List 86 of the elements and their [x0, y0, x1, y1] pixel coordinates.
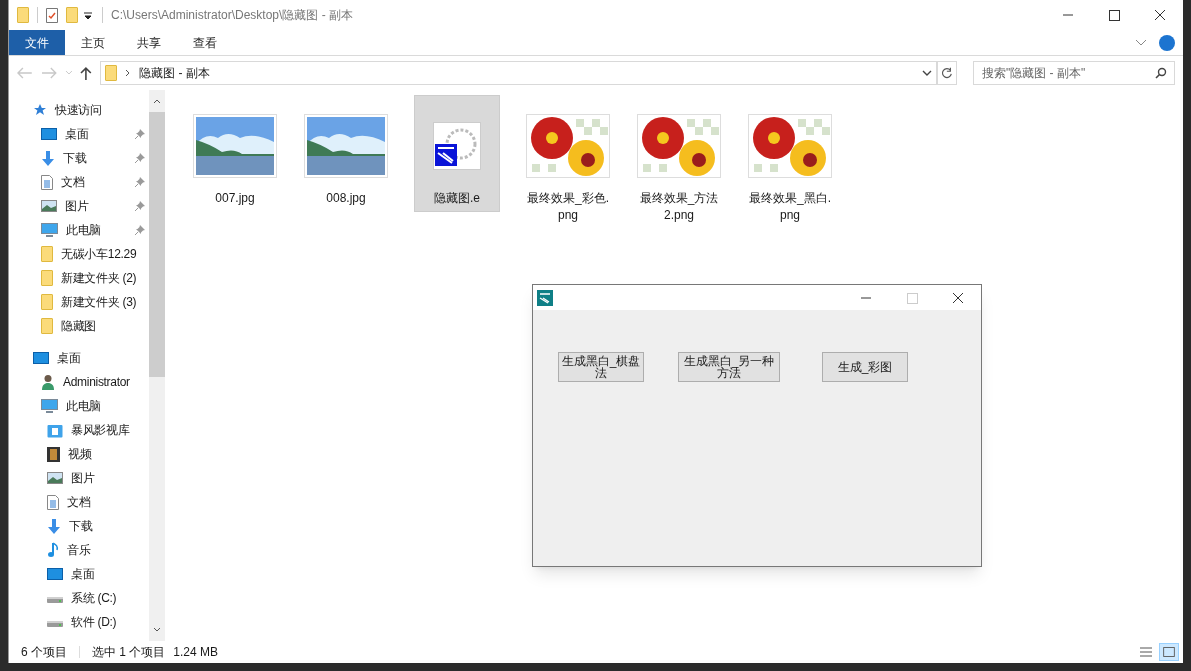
file-item[interactable]: 最终效果_彩色.png	[526, 96, 610, 228]
selection-count: 选中 1 个项目	[92, 644, 166, 661]
file-name: 最终效果_彩色.png	[526, 190, 610, 224]
nav-item[interactable]: 图片	[9, 466, 149, 490]
user-icon	[41, 374, 55, 390]
nav-item[interactable]: 隐藏图	[9, 314, 149, 338]
help-icon[interactable]	[1159, 34, 1175, 51]
search-field[interactable]: 搜索"隐藏图 - 副本"	[973, 61, 1175, 85]
pin-icon	[135, 225, 145, 235]
file-item[interactable]: 007.jpg	[193, 96, 277, 211]
nav-item[interactable]: 新建文件夹 (2)	[9, 266, 149, 290]
picture-icon	[41, 200, 57, 212]
app-file-icon	[433, 122, 481, 170]
nav-item[interactable]: 下载	[9, 514, 149, 538]
dialog-button[interactable]: 生成黑白_另一种方法	[678, 352, 780, 382]
nav-item[interactable]: 桌面	[9, 122, 149, 146]
desktop-icon	[41, 128, 57, 140]
monitor-icon	[41, 223, 58, 237]
up-arrow-icon[interactable]	[80, 66, 93, 80]
nav-item[interactable]: 桌面	[9, 346, 149, 370]
ribbon-tab[interactable]: 共享	[121, 30, 177, 55]
picture-icon	[47, 472, 63, 484]
file-item[interactable]: 最终效果_方法2.png	[637, 96, 721, 228]
item-count: 6 个项目	[21, 644, 67, 661]
file-name: 007.jpg	[214, 190, 256, 207]
desktop-icon	[47, 568, 63, 580]
nav-item[interactable]: 桌面	[9, 562, 149, 586]
monitor-icon	[41, 399, 58, 413]
ribbon-tab[interactable]: 文件	[9, 30, 65, 55]
chevron-down-icon[interactable]	[922, 69, 933, 77]
down-arrow-icon	[47, 518, 61, 534]
nav-item[interactable]: 下载	[9, 146, 149, 170]
app-icon	[537, 289, 553, 306]
nav-item[interactable]: 软件 (D:)	[9, 610, 149, 634]
file-name: 008.jpg	[325, 190, 367, 207]
nav-item[interactable]: 此电脑	[9, 218, 149, 242]
address-bar[interactable]: 隐藏图 - 副本	[100, 61, 938, 85]
down-arrow-icon	[41, 150, 55, 166]
file-name: 最终效果_方法2.png	[638, 190, 720, 224]
file-item[interactable]: 最终效果_黑白.png	[748, 96, 832, 228]
file-name: 最终效果_黑白.png	[748, 190, 832, 224]
refresh-icon[interactable]	[937, 61, 957, 85]
nav-item[interactable]: 视频	[9, 442, 149, 466]
nav-item[interactable]: 快速访问	[9, 98, 149, 122]
document-icon	[47, 494, 59, 510]
nav-item[interactable]: 文档	[9, 490, 149, 514]
desktop-icon	[33, 352, 49, 364]
nav-item[interactable]: 图片	[9, 194, 149, 218]
music-note-icon	[47, 542, 59, 558]
large-icons-view-icon[interactable]	[1159, 643, 1179, 661]
nav-item[interactable]: 音乐	[9, 538, 149, 562]
folder-icon	[66, 7, 78, 23]
nav-item[interactable]: 新建文件夹 (3)	[9, 290, 149, 314]
window-title: C:\Users\Administrator\Desktop\隐藏图 - 副本	[111, 7, 355, 24]
nav-item[interactable]: 此电脑	[9, 394, 149, 418]
dialog-button[interactable]: 生成_彩图	[822, 352, 908, 382]
pin-icon	[135, 153, 145, 163]
file-item[interactable]: 008.jpg	[304, 96, 388, 211]
nav-item[interactable]: 暴风影视库	[9, 418, 149, 442]
dropdown-icon[interactable]	[82, 9, 94, 21]
folder-icon	[41, 270, 53, 286]
nav-item[interactable]: Administrator	[9, 370, 149, 394]
folder-icon	[41, 318, 53, 334]
pin-icon	[135, 177, 145, 187]
file-name: 隐藏图.e	[433, 190, 481, 207]
folder-icon	[41, 246, 53, 262]
scrollbar[interactable]	[149, 90, 165, 641]
file-item[interactable]: 隐藏图.e	[415, 96, 499, 211]
details-view-icon[interactable]	[1137, 644, 1155, 660]
search-icon[interactable]	[1155, 67, 1167, 79]
nav-item[interactable]: 文档	[9, 170, 149, 194]
folder-icon	[41, 294, 53, 310]
selection-size: 1.24 MB	[173, 644, 219, 661]
pin-icon	[135, 129, 145, 139]
chevron-right-icon	[125, 69, 132, 77]
ribbon-tab[interactable]: 查看	[177, 30, 233, 55]
nav-item[interactable]: 系统 (C:)	[9, 586, 149, 610]
document-icon	[41, 174, 53, 190]
folder-icon	[105, 65, 118, 81]
ribbon-tab[interactable]: 主页	[65, 30, 121, 55]
checklist-icon[interactable]	[46, 7, 58, 23]
star-icon	[33, 103, 47, 117]
nav-item[interactable]: 无碳小车12.29	[9, 242, 149, 266]
folder-icon	[17, 7, 29, 23]
dialog-button[interactable]: 生成黑白_棋盘法	[558, 352, 644, 382]
pin-icon	[135, 201, 145, 211]
